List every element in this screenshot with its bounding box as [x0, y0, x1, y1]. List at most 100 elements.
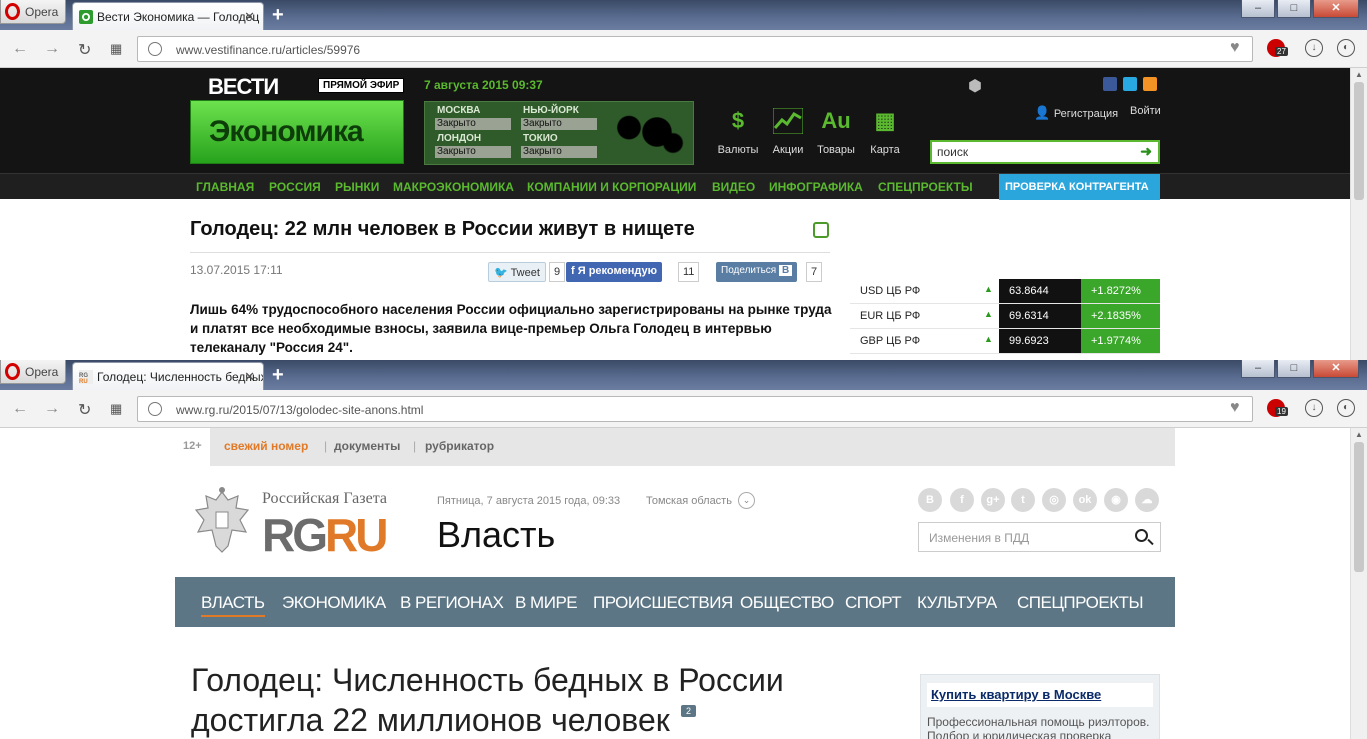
back-icon[interactable]: ← [12, 40, 28, 58]
nav-item[interactable]: СПЕЦПРОЕКТЫ [878, 180, 973, 194]
minimize-button[interactable]: – [1241, 360, 1275, 378]
opera-menu-button[interactable]: Opera [0, 360, 66, 384]
adblock-extension-icon[interactable]: 27 [1267, 39, 1288, 57]
opera-menu-button[interactable]: Opera [0, 0, 66, 24]
rg-brand-name[interactable]: Российская Газета [262, 490, 387, 508]
rss-icon[interactable] [1143, 77, 1157, 91]
close-window-button[interactable]: ✕ [1313, 360, 1359, 378]
odnoklassniki-icon[interactable]: ok [1073, 488, 1097, 512]
register-link[interactable]: 👤 Регистрация [1034, 105, 1118, 121]
rg-search-input[interactable]: Изменения в ПДД [918, 522, 1161, 552]
new-tab-button[interactable]: + [272, 4, 284, 27]
nav-item[interactable]: СПЕЦПРОЕКТЫ [1017, 593, 1144, 613]
facebook-icon[interactable]: f [950, 488, 974, 512]
livejournal-icon[interactable]: ◉ [1104, 488, 1128, 512]
minimize-button[interactable]: – [1241, 0, 1275, 18]
nav-item[interactable]: ПРОИСШЕСТВИЯ [593, 593, 733, 613]
region-selector[interactable]: Томская область [646, 495, 732, 507]
quick-link-commodities[interactable]: Au Товары [814, 108, 858, 156]
bookmark-heart-icon[interactable]: ♥ [1230, 399, 1240, 417]
tab-vesti[interactable]: Вести Экономика — Голодец ✕ [72, 2, 264, 30]
nav-item[interactable]: В РЕГИОНАХ [400, 593, 504, 613]
quick-link-map[interactable]: ▦ Карта [866, 108, 904, 156]
nav-item[interactable]: РОССИЯ [269, 180, 321, 194]
rate-row[interactable]: GBP ЦБ РФ ▲ 99.6923 +1.9774% [850, 329, 1160, 354]
nav-item[interactable]: ГЛАВНАЯ [196, 180, 254, 194]
twitter-icon[interactable] [1123, 77, 1137, 91]
maximize-button[interactable]: □ [1277, 0, 1311, 18]
nav-item[interactable]: В МИРЕ [515, 593, 578, 613]
nav-item[interactable]: ЭКОНОМИКА [282, 593, 386, 613]
facebook-recommend-button[interactable]: f Я рекомендую [566, 262, 662, 282]
speed-dial-icon[interactable]: ▦ [110, 41, 122, 57]
scroll-up-icon[interactable]: ▲ [1355, 70, 1363, 79]
android-icon[interactable]: ⬢ [968, 76, 982, 96]
scrollbar[interactable]: ▲ [1350, 428, 1367, 739]
search-icon[interactable] [1135, 529, 1148, 542]
vk-icon[interactable]: В [918, 488, 942, 512]
vesti-search-input[interactable]: поиск ➜ [930, 140, 1160, 164]
close-window-button[interactable]: ✕ [1313, 0, 1359, 18]
scroll-thumb[interactable] [1354, 442, 1364, 572]
reload-icon[interactable]: ↻ [78, 40, 91, 60]
scroll-thumb[interactable] [1354, 82, 1364, 200]
opera-turbo-icon[interactable]: ◐ [1337, 399, 1355, 417]
new-tab-button[interactable]: + [272, 364, 284, 387]
topnav-fresh-issue[interactable]: свежий номер [224, 439, 308, 453]
forward-icon[interactable]: → [44, 40, 60, 58]
nav-item[interactable]: РЫНКИ [335, 180, 379, 194]
login-link[interactable]: Войти [1130, 105, 1161, 117]
chevron-down-icon[interactable]: ⌄ [738, 492, 755, 509]
rg-logo[interactable]: RGRU [262, 508, 388, 562]
rate-row[interactable]: USD ЦБ РФ ▲ 63.8644 +1.8272% [850, 279, 1160, 304]
tweet-button[interactable]: 🐦 Tweet [488, 262, 546, 282]
tab-rg[interactable]: RG RU Голодец: Численность бедных ✕ [72, 362, 264, 390]
adblock-extension-icon[interactable]: 19 [1267, 399, 1288, 417]
scrollbar[interactable]: ▲ [1350, 68, 1367, 360]
cloud-icon[interactable]: ☁ [1135, 488, 1159, 512]
topnav-rubricator[interactable]: рубрикатор [425, 439, 494, 453]
print-icon[interactable] [813, 222, 829, 238]
search-go-icon[interactable]: ➜ [1140, 143, 1152, 160]
nav-item[interactable]: КУЛЬТУРА [917, 593, 997, 613]
url-field[interactable]: www.rg.ru/2015/07/13/golodec-site-anons.… [137, 396, 1253, 422]
facebook-icon[interactable] [1103, 77, 1117, 91]
bookmark-heart-icon[interactable]: ♥ [1230, 39, 1240, 57]
download-icon[interactable]: ↓ [1305, 39, 1323, 57]
opera-turbo-icon[interactable]: ◐ [1337, 39, 1355, 57]
vk-share-button[interactable]: Поделиться В [716, 262, 798, 282]
tab-close-icon[interactable]: ✕ [244, 9, 255, 25]
tab-close-icon[interactable]: ✕ [244, 369, 255, 385]
nav-item[interactable]: КОМПАНИИ И КОРПОРАЦИИ [527, 180, 696, 194]
market-status-widget[interactable]: МОСКВА Закрыто НЬЮ-ЙОРК Закрыто ЛОНДОН З… [424, 101, 694, 165]
vesti-brand[interactable]: ВЕСТИ [208, 74, 279, 100]
counterparty-check-button[interactable]: ПРОВЕРКА КОНТРАГЕНТА [999, 174, 1160, 200]
ekonomika-logo[interactable]: Экономика [190, 100, 404, 164]
advert-title[interactable]: Купить квартиру в Москве [927, 683, 1153, 707]
rate-value: 69.6314 [999, 304, 1081, 328]
quick-link-currency[interactable]: $ Валюты [716, 108, 760, 156]
nav-item[interactable]: ОБЩЕСТВО [740, 593, 834, 613]
forward-icon[interactable]: → [44, 400, 60, 418]
scroll-up-icon[interactable]: ▲ [1355, 430, 1363, 439]
maximize-button[interactable]: □ [1277, 360, 1311, 378]
advert-block[interactable]: Купить квартиру в Москве Профессиональна… [920, 674, 1160, 739]
nav-item[interactable]: ВИДЕО [712, 180, 755, 194]
nav-item[interactable]: СПОРТ [845, 593, 902, 613]
download-icon[interactable]: ↓ [1305, 399, 1323, 417]
twitter-icon[interactable]: t [1011, 488, 1035, 512]
topnav-documents[interactable]: документы [334, 439, 400, 453]
reload-icon[interactable]: ↻ [78, 400, 91, 420]
quick-link-stocks[interactable]: Акции [768, 107, 808, 156]
back-icon[interactable]: ← [12, 400, 28, 418]
google-plus-icon[interactable]: g+ [981, 488, 1005, 512]
live-button[interactable]: ПРЯМОЙ ЭФИР [318, 78, 405, 93]
nav-item-active[interactable]: ВЛАСТЬ [201, 593, 265, 617]
comments-count-badge[interactable]: 2 [681, 705, 697, 717]
instagram-icon[interactable]: ◎ [1042, 488, 1066, 512]
url-field[interactable]: www.vestifinance.ru/articles/59976 [137, 36, 1253, 62]
nav-item[interactable]: ИНФОГРАФИКА [769, 180, 863, 194]
nav-item[interactable]: МАКРОЭКОНОМИКА [393, 180, 514, 194]
speed-dial-icon[interactable]: ▦ [110, 401, 122, 417]
rate-row[interactable]: EUR ЦБ РФ ▲ 69.6314 +2.1835% [850, 304, 1160, 329]
